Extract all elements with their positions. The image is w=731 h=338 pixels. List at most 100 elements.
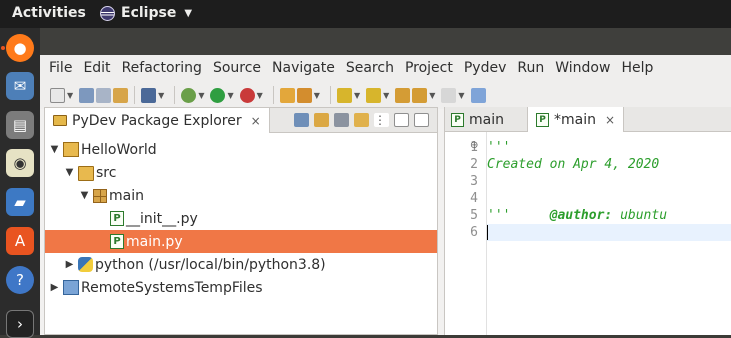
expanded-icon[interactable]: ▼ bbox=[63, 167, 76, 178]
console-icon[interactable] bbox=[141, 87, 157, 103]
menu-pydev[interactable]: Pydev bbox=[464, 60, 507, 76]
menu-refactoring[interactable]: Refactoring bbox=[122, 60, 202, 76]
mail-icon[interactable]: ✉ bbox=[6, 72, 34, 100]
software-icon[interactable]: A bbox=[6, 227, 34, 255]
chevron-down-icon[interactable]: ▼ bbox=[227, 91, 233, 100]
help-icon[interactable]: ? bbox=[6, 266, 34, 294]
chevron-down-icon[interactable]: ▼ bbox=[458, 91, 464, 100]
menu-edit[interactable]: Edit bbox=[83, 60, 110, 76]
menu-window[interactable]: Window bbox=[555, 60, 610, 76]
chevron-down-icon[interactable]: ▼ bbox=[257, 91, 263, 100]
chevron-down-icon[interactable]: ▼ bbox=[158, 91, 164, 100]
filters-icon[interactable] bbox=[334, 113, 349, 127]
toolbar-separator bbox=[272, 86, 274, 104]
run-icon[interactable] bbox=[210, 87, 226, 103]
terminal-icon[interactable]: › bbox=[6, 310, 34, 338]
focus-icon[interactable] bbox=[354, 113, 369, 127]
activities-button[interactable]: Activities bbox=[12, 5, 86, 21]
tree-row-main-package[interactable]: ▼ main bbox=[45, 184, 437, 207]
toolbar-separator bbox=[134, 86, 136, 104]
menu-run[interactable]: Run bbox=[517, 60, 544, 76]
tree-row-src[interactable]: ▼ src bbox=[45, 161, 437, 184]
chevron-down-icon[interactable]: ▼ bbox=[198, 91, 204, 100]
menu-source[interactable]: Source bbox=[213, 60, 261, 76]
close-icon[interactable]: × bbox=[251, 114, 261, 128]
package-explorer-tab[interactable]: PyDev Package Explorer × bbox=[45, 108, 270, 133]
tree-label: __init__.py bbox=[126, 210, 198, 227]
tree-row-remote-systems[interactable]: ▶ RemoteSystemsTempFiles bbox=[45, 276, 437, 299]
current-code-line[interactable] bbox=[487, 224, 731, 241]
save-all-icon[interactable] bbox=[96, 87, 112, 103]
tree-label: python (/usr/local/bin/python3.8) bbox=[95, 256, 326, 273]
brush-icon[interactable] bbox=[296, 87, 312, 103]
package-explorer-icon bbox=[53, 114, 67, 127]
chevron-down-icon: ▼ bbox=[184, 7, 193, 19]
collapsed-icon[interactable]: ▶ bbox=[63, 259, 76, 270]
package-icon bbox=[93, 188, 107, 203]
fold-icon[interactable]: ⊖ bbox=[470, 140, 478, 151]
menu-file[interactable]: File bbox=[49, 60, 72, 76]
line-number: 2 bbox=[470, 157, 478, 172]
writer-icon[interactable]: ▰ bbox=[6, 188, 34, 216]
expanded-icon[interactable]: ▼ bbox=[48, 144, 61, 155]
previous-annotation-icon[interactable] bbox=[366, 87, 382, 103]
tree-row-python-interpreter[interactable]: ▶ python (/usr/local/bin/python3.8) bbox=[45, 253, 437, 276]
code-editor[interactable]: ''' Created on Apr 4, 2020 @author: ubun… bbox=[487, 132, 731, 335]
music-icon[interactable]: ◉ bbox=[6, 149, 34, 177]
pin-editor-icon[interactable] bbox=[470, 87, 486, 103]
save-icon[interactable] bbox=[79, 87, 95, 103]
collapse-all-icon[interactable] bbox=[294, 113, 309, 127]
python-file-icon: P bbox=[536, 112, 549, 127]
app-name: Eclipse bbox=[121, 5, 177, 21]
code-line[interactable]: ''' bbox=[487, 139, 731, 156]
package-icon[interactable] bbox=[113, 87, 129, 103]
maximize-icon[interactable] bbox=[414, 113, 429, 127]
debug-icon[interactable] bbox=[181, 87, 197, 103]
chevron-down-icon[interactable]: ▼ bbox=[314, 91, 320, 100]
python-file-icon: P bbox=[110, 211, 124, 226]
line-number: 6 bbox=[470, 225, 478, 240]
package-explorer-tabbar: PyDev Package Explorer × ⋮ bbox=[45, 108, 437, 133]
link-editor-icon[interactable] bbox=[314, 113, 329, 127]
minimize-icon[interactable] bbox=[394, 113, 409, 127]
app-menu[interactable]: Eclipse ▼ bbox=[100, 5, 192, 21]
files-icon[interactable]: ▤ bbox=[6, 111, 34, 139]
back-icon[interactable] bbox=[395, 87, 411, 103]
code-line[interactable]: @author: ubuntu bbox=[487, 190, 731, 223]
expanded-icon[interactable]: ▼ bbox=[78, 190, 91, 201]
editor-tab-main[interactable]: P main bbox=[451, 107, 504, 132]
forward-icon[interactable] bbox=[441, 87, 457, 103]
chevron-down-icon[interactable]: ▼ bbox=[429, 91, 435, 100]
code-line[interactable]: ''' bbox=[487, 207, 731, 224]
menu-navigate[interactable]: Navigate bbox=[272, 60, 335, 76]
next-annotation-icon[interactable] bbox=[336, 87, 352, 103]
external-tools-icon[interactable] bbox=[239, 87, 255, 103]
code-line[interactable] bbox=[487, 173, 731, 190]
tree-label: main.py bbox=[126, 233, 183, 250]
close-icon[interactable]: × bbox=[605, 113, 615, 127]
chevron-down-icon[interactable]: ▼ bbox=[383, 91, 389, 100]
firefox-icon[interactable]: ● bbox=[6, 34, 34, 62]
tree-label: HelloWorld bbox=[81, 141, 157, 158]
editor-tab-main-dirty[interactable]: P *main × bbox=[527, 107, 625, 132]
menu-project[interactable]: Project bbox=[405, 60, 453, 76]
collapsed-icon[interactable]: ▶ bbox=[48, 282, 61, 293]
tree-row-helloworld[interactable]: ▼ HelloWorld bbox=[45, 138, 437, 161]
package-explorer-title: PyDev Package Explorer bbox=[72, 112, 242, 129]
menu-search[interactable]: Search bbox=[346, 60, 394, 76]
view-menu-icon[interactable]: ⋮ bbox=[374, 113, 389, 127]
back-history-icon[interactable] bbox=[412, 87, 428, 103]
active-indicator bbox=[1, 46, 5, 50]
open-folder-icon[interactable] bbox=[279, 87, 295, 103]
main-toolbar: ▼ ▼ ▼ ▼ ▼ ▼ ▼ ▼ ▼ ▼ bbox=[40, 81, 731, 109]
tree-row-init-file[interactable]: P __init__.py bbox=[45, 207, 437, 230]
new-icon[interactable] bbox=[50, 87, 65, 103]
chevron-down-icon[interactable]: ▼ bbox=[354, 91, 360, 100]
line-number-gutter: 1 ⊖ 2 3 4 5 6 bbox=[445, 132, 487, 335]
code-line[interactable]: Created on Apr 4, 2020 bbox=[487, 156, 731, 173]
eclipse-icon bbox=[100, 5, 115, 21]
chevron-down-icon[interactable]: ▼ bbox=[67, 91, 73, 100]
menu-help[interactable]: Help bbox=[621, 60, 653, 76]
folder-icon bbox=[78, 166, 94, 181]
tree-row-main-file[interactable]: P main.py bbox=[45, 230, 437, 253]
